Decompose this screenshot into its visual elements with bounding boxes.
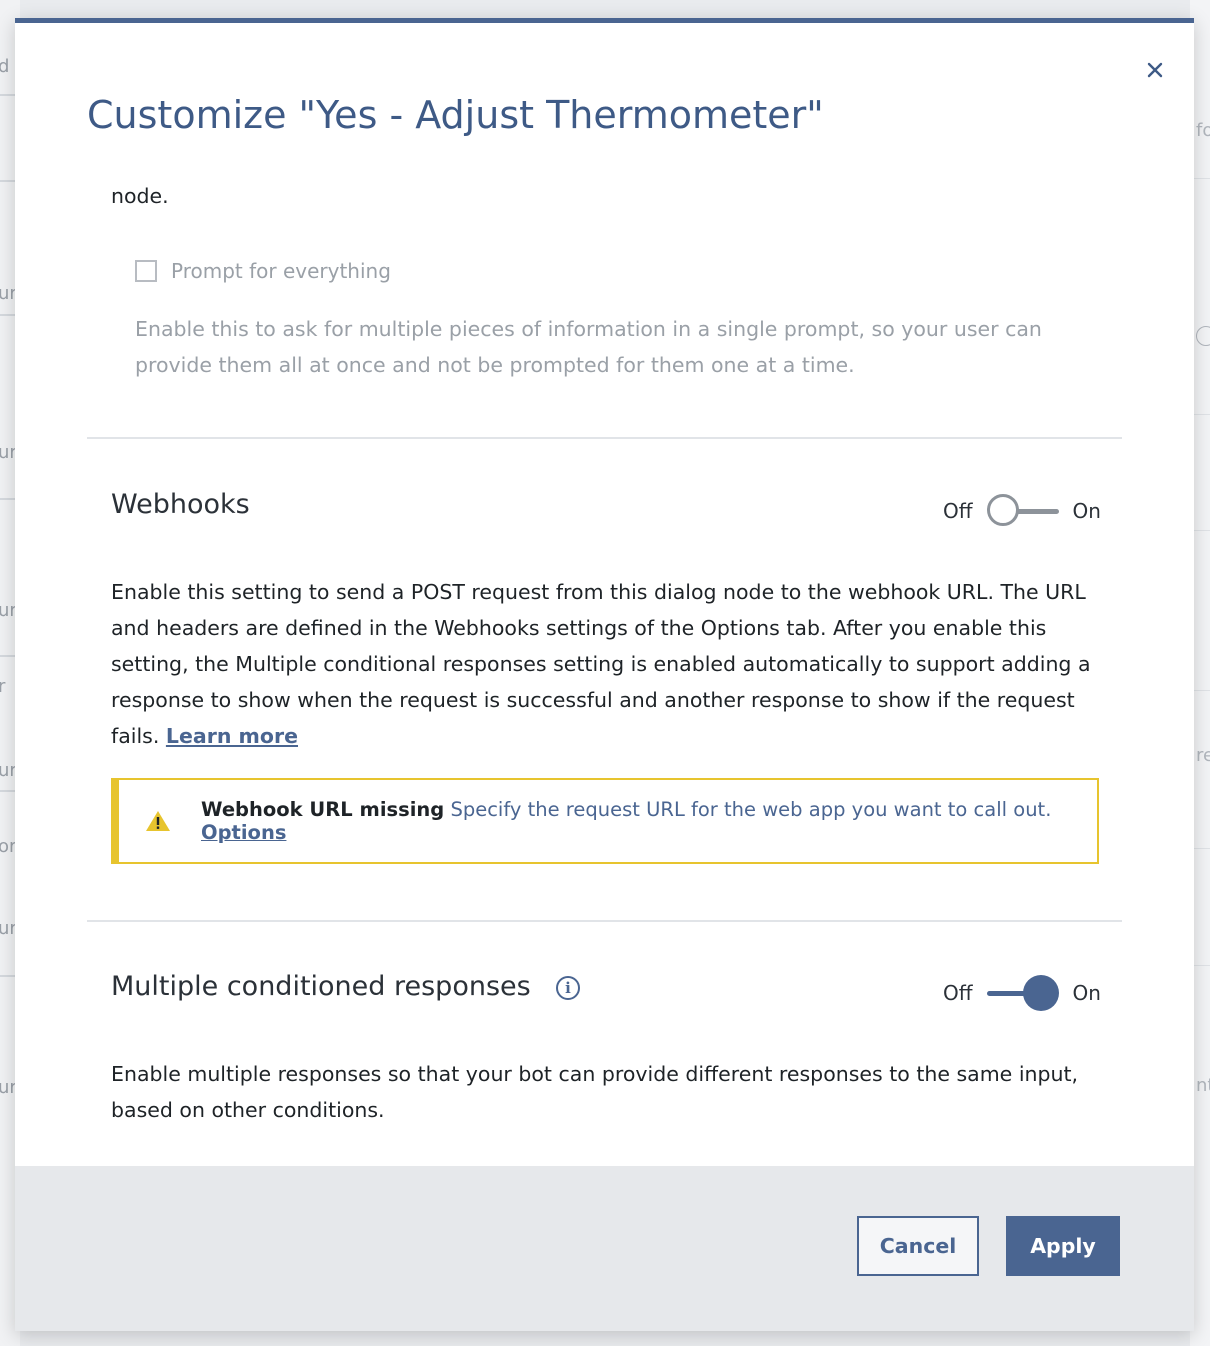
prompt-for-everything-checkbox[interactable] [135, 260, 157, 282]
multiple-responses-title: Multiple conditioned responses [111, 971, 531, 1002]
close-button[interactable] [1142, 57, 1168, 83]
webhook-url-missing-notification: Webhook URL missing Specify the request … [111, 778, 1099, 864]
learn-more-link[interactable]: Learn more [166, 724, 298, 748]
background-text: or [0, 836, 17, 857]
section-divider [87, 437, 1122, 439]
cancel-button[interactable]: Cancel [857, 1216, 979, 1276]
webhooks-description-text: Enable this setting to send a POST reque… [111, 580, 1091, 748]
options-link[interactable]: Options [201, 821, 286, 844]
background-text: fo [1196, 120, 1210, 141]
apply-button[interactable]: Apply [1006, 1216, 1120, 1276]
warning-text: Webhook URL missing Specify the request … [201, 798, 1081, 844]
warning-title: Webhook URL missing [201, 798, 445, 821]
prompt-for-everything-description: Enable this to ask for multiple pieces o… [135, 317, 1042, 377]
toggle-knob [1022, 975, 1059, 1011]
toggle-on-label: On [1072, 981, 1101, 1005]
toggle-off-label: Off [943, 499, 973, 523]
prompt-for-everything-label: Prompt for everything [171, 259, 391, 283]
background-text: r [0, 676, 6, 697]
close-icon [1147, 62, 1163, 78]
multiple-responses-description: Enable multiple responses so that your b… [111, 1062, 1079, 1122]
webhooks-title: Webhooks [111, 489, 250, 520]
modal-footer: Cancel Apply [15, 1166, 1194, 1331]
background-text: re [1196, 745, 1210, 766]
prompt-for-everything-option[interactable]: Prompt for everything [135, 259, 391, 283]
intro-text: node. [111, 184, 169, 208]
webhooks-description: Enable this setting to send a POST reque… [111, 574, 1101, 754]
add-icon [1196, 326, 1210, 346]
background-text: d [0, 56, 10, 77]
toggle-off-label: Off [943, 981, 973, 1005]
toggle-knob [986, 494, 1019, 526]
background-text: nt [1196, 1075, 1210, 1096]
info-icon[interactable]: i [556, 976, 580, 1000]
section-divider [87, 920, 1122, 922]
multiple-responses-toggle[interactable]: Off On [943, 975, 1101, 1011]
webhooks-toggle-switch[interactable] [986, 493, 1059, 529]
webhooks-toggle[interactable]: Off On [943, 493, 1101, 529]
customize-node-modal: Customize "Yes - Adjust Thermometer" nod… [15, 18, 1194, 1331]
warning-description: Specify the request URL for the web app … [450, 798, 1052, 821]
modal-title: Customize "Yes - Adjust Thermometer" [87, 93, 824, 137]
multiple-responses-toggle-switch[interactable] [986, 975, 1059, 1011]
warning-icon [146, 811, 170, 831]
toggle-on-label: On [1072, 499, 1101, 523]
